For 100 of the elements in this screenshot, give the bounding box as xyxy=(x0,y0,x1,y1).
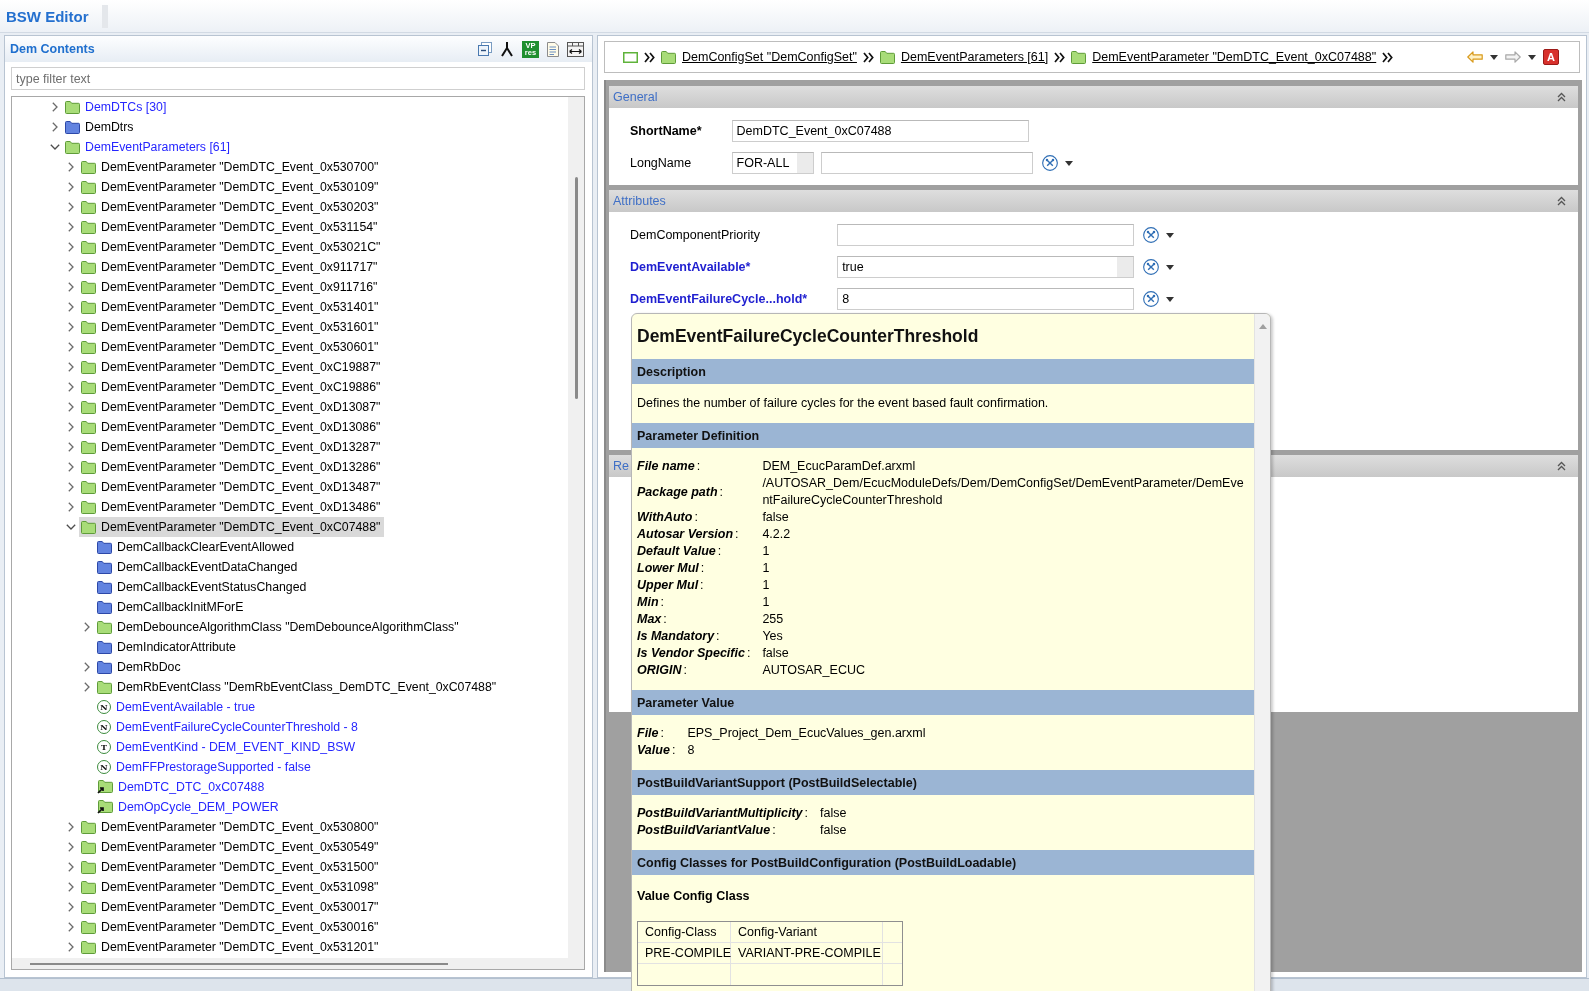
chevron-right-icon[interactable] xyxy=(68,902,74,912)
tree-item[interactable]: DemCallbackEventDataChanged xyxy=(95,557,302,577)
action-button[interactable]: A xyxy=(1543,49,1559,65)
chevron-right-icon[interactable] xyxy=(68,842,74,852)
resize-columns-icon[interactable] xyxy=(567,41,584,57)
tree-item[interactable]: DemEventParameter "DemDTC_Event_0xD13487" xyxy=(79,477,385,497)
filter-field[interactable]: type filter text xyxy=(11,67,585,90)
tree-item[interactable]: DemEventParameter "DemDTC_Event_0x531601" xyxy=(79,317,383,337)
breadcrumb-link[interactable]: DemEventParameters [61] xyxy=(900,50,1049,64)
tree-item[interactable]: DemEventParameter "DemDTC_Event_0xD13087" xyxy=(79,397,385,417)
chevron-right-icon[interactable] xyxy=(68,942,74,952)
chevron-right-icon[interactable] xyxy=(68,362,74,372)
tree-item[interactable]: DemEventParameter "DemDTC_Event_0x531500" xyxy=(79,857,383,877)
tree-item[interactable]: DemDTC_DTC_0xC07488 xyxy=(95,777,269,797)
tree-item[interactable]: DemEventParameter "DemDTC_Event_0xD13287" xyxy=(79,437,385,457)
chevron-down-icon[interactable] xyxy=(66,524,76,530)
tree-item[interactable]: DemIndicatorAttribute xyxy=(95,637,240,657)
breadcrumb-link[interactable]: DemEventParameter "DemDTC_Event_0xC07488" xyxy=(1092,50,1377,64)
tree-item[interactable]: DemEventParameter "DemDTC_Event_0x530700" xyxy=(79,157,383,177)
chevron-right-icon[interactable] xyxy=(84,622,90,632)
tree-item[interactable]: DemEventParameter "DemDTC_Event_0x530017" xyxy=(79,897,383,917)
double-chevron-up-icon[interactable] xyxy=(1557,461,1566,471)
tree-item[interactable]: DemDTCs [30] xyxy=(63,97,171,117)
tree-item[interactable]: DemEventParameter "DemDTC_Event_0xC19887" xyxy=(79,357,385,377)
chevron-right-icon[interactable] xyxy=(68,922,74,932)
tree-item[interactable]: DemRbEventClass "DemRbEventClass_DemDTC_Event_0xC07488" xyxy=(95,677,501,697)
chevron-right-icon[interactable] xyxy=(68,202,74,212)
chevron-right-icon[interactable] xyxy=(52,122,58,132)
dropdown-caret-icon[interactable] xyxy=(1166,232,1175,238)
chevron-right-icon[interactable] xyxy=(68,862,74,872)
tree-item[interactable]: DemEventParameter "DemDTC_Event_0x530549" xyxy=(79,837,383,857)
tree-item[interactable]: DemEventParameter "DemDTC_Event_0x911716" xyxy=(79,277,382,297)
chevron-right-icon[interactable] xyxy=(52,102,58,112)
chevron-right-icon[interactable] xyxy=(68,822,74,832)
tree-item[interactable]: DemEventParameter "DemDTC_Event_0x531401" xyxy=(79,297,383,317)
tree-item[interactable]: N DemEventAvailable - true xyxy=(95,697,260,717)
x-circle-icon[interactable] xyxy=(1143,227,1160,243)
combo-field[interactable]: true xyxy=(837,256,1135,278)
chevron-right-icon[interactable] xyxy=(68,882,74,892)
tree-item[interactable]: N DemFFPrestorageSupported - false xyxy=(95,757,315,777)
chevron-right-icon[interactable] xyxy=(84,682,90,692)
text-field[interactable]: DemDTC_Event_0xC07488 xyxy=(731,120,1029,142)
tree-item[interactable]: DemOpCycle_DEM_POWER xyxy=(95,797,283,817)
dropdown-caret-icon[interactable] xyxy=(1064,160,1073,166)
dropdown-caret-icon[interactable] xyxy=(1166,296,1175,302)
tree-item[interactable]: DemEventParameter "DemDTC_Event_0x53021C" xyxy=(79,237,385,257)
tree-item[interactable]: DemDebounceAlgorithmClass "DemDebounceAlgorithmClass" xyxy=(95,617,463,637)
chevron-right-icon[interactable] xyxy=(68,282,74,292)
tree-item[interactable]: N DemEventFailureCycleCounterThreshold - 8 xyxy=(95,717,362,737)
tree-item[interactable]: DemEventParameter "DemDTC_Event_0xD13486" xyxy=(79,497,385,517)
double-chevron-up-icon[interactable] xyxy=(1557,196,1566,206)
scrollbar-thumb[interactable] xyxy=(574,177,578,399)
x-circle-icon[interactable] xyxy=(1143,259,1160,275)
chevron-right-icon[interactable] xyxy=(84,662,90,672)
dropdown-caret-icon[interactable] xyxy=(1528,54,1536,60)
tree-item[interactable]: DemDtrs xyxy=(63,117,138,137)
chevron-right-icon[interactable] xyxy=(68,182,74,192)
chevron-right-icon[interactable] xyxy=(68,222,74,232)
chevron-right-icon[interactable] xyxy=(68,322,74,332)
tree-item[interactable]: DemCallbackClearEventAllowed xyxy=(95,537,298,557)
text-field[interactable] xyxy=(820,152,1033,174)
tree-item[interactable]: DemEventParameter "DemDTC_Event_0xD13086" xyxy=(79,417,385,437)
tree-item[interactable]: DemRbDoc xyxy=(95,657,185,677)
chevron-right-icon[interactable] xyxy=(68,502,74,512)
tree-item[interactable]: DemEventParameter "DemDTC_Event_0x530601" xyxy=(79,337,383,357)
chevron-right-icon[interactable] xyxy=(68,302,74,312)
x-circle-icon[interactable] xyxy=(1041,155,1058,171)
chevron-right-icon[interactable] xyxy=(68,242,74,252)
tree-item[interactable]: DemEventParameter "DemDTC_Event_0x530203" xyxy=(79,197,383,217)
tree-item[interactable]: DemEventParameter "DemDTC_Event_0x531201" xyxy=(79,937,383,957)
chevron-right-icon[interactable] xyxy=(68,382,74,392)
tree-item[interactable]: DemEventParameter "DemDTC_Event_0x531154" xyxy=(79,217,382,237)
language-combo[interactable]: FOR-ALL xyxy=(731,152,814,174)
chevron-right-icon[interactable] xyxy=(68,342,74,352)
collapse-all-icon[interactable] xyxy=(478,42,492,56)
tree-item[interactable]: DemEventParameters [61] xyxy=(63,137,234,157)
chevron-right-icon[interactable] xyxy=(68,402,74,412)
tree-item[interactable]: DemCallbackInitMForE xyxy=(95,597,248,617)
chevron-right-icon[interactable] xyxy=(68,162,74,172)
branch-icon[interactable] xyxy=(500,41,514,57)
dropdown-caret-icon[interactable] xyxy=(1490,54,1498,60)
x-circle-icon[interactable] xyxy=(1143,291,1160,307)
tree-item[interactable]: DemEventParameter "DemDTC_Event_0xC19886" xyxy=(79,377,385,397)
dropdown-caret-icon[interactable] xyxy=(1166,264,1175,270)
breadcrumb-link[interactable]: DemConfigSet "DemConfigSet" xyxy=(682,50,857,64)
chevron-down-icon[interactable] xyxy=(50,144,60,150)
tree-item[interactable]: DemEventParameter "DemDTC_Event_0x911717" xyxy=(79,257,382,277)
scrollbar-thumb[interactable] xyxy=(30,962,448,965)
window-icon[interactable] xyxy=(623,51,638,63)
chevron-right-icon[interactable] xyxy=(68,482,74,492)
tree-item[interactable]: DemEventParameter "DemDTC_Event_0x530109" xyxy=(79,177,383,197)
chevron-right-icon[interactable] xyxy=(68,422,74,432)
tree-item[interactable]: DemEventParameter "DemDTC_Event_0xD13286" xyxy=(79,457,385,477)
document-icon[interactable] xyxy=(547,41,559,57)
tree-item[interactable]: DemEventParameter "DemDTC_Event_0xC07488" xyxy=(79,517,385,537)
double-chevron-up-icon[interactable] xyxy=(1557,92,1566,102)
tree-item[interactable]: DemEventParameter "DemDTC_Event_0x531098" xyxy=(79,877,383,897)
text-field[interactable] xyxy=(837,224,1135,246)
text-field[interactable]: 8 xyxy=(837,288,1135,310)
chevron-right-icon[interactable] xyxy=(68,442,74,452)
